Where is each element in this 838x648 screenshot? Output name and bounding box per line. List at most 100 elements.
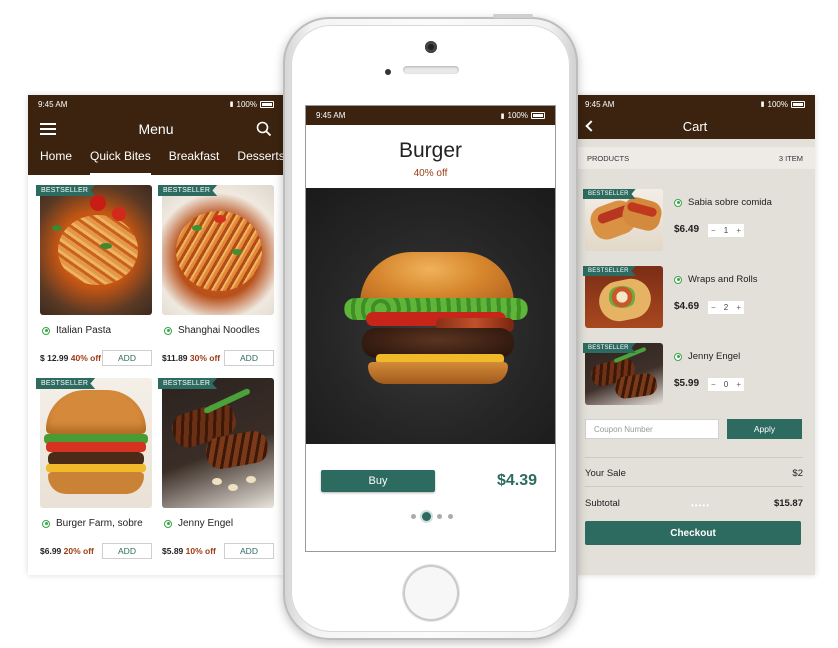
divider: [585, 486, 803, 487]
buy-button[interactable]: Buy: [321, 470, 435, 492]
checkout-button[interactable]: Checkout: [585, 521, 801, 545]
minus-button[interactable]: −: [711, 380, 716, 389]
cellular-icon: ▮: [500, 112, 505, 120]
carousel-dot[interactable]: [410, 514, 416, 519]
item-name: Shanghai Noodles: [178, 325, 260, 336]
minus-button[interactable]: −: [711, 303, 716, 312]
quantity-stepper[interactable]: − 1 +: [708, 224, 744, 237]
status-bar: ••••• 9:45 AM ▮ 100%: [575, 95, 815, 510]
burger-image: [40, 378, 152, 508]
battery-percent: 100%: [767, 99, 788, 109]
carousel-dot[interactable]: [421, 512, 431, 521]
item-price: $ 12.99: [40, 353, 69, 363]
power-button: [493, 14, 533, 18]
item-name: Jenny Engel: [688, 351, 741, 362]
coupon-input[interactable]: Coupon Number: [585, 419, 719, 439]
item-discount: 30% off: [189, 353, 221, 363]
tab-desserts[interactable]: Desserts: [237, 149, 284, 175]
subtotal-label: Subtotal: [585, 498, 620, 509]
item-name: Jenny Engel: [178, 518, 234, 529]
item-name: Wraps and Rolls: [688, 274, 758, 285]
category-tabs: Home Quick Bites Breakfast Desserts: [28, 145, 284, 175]
item-price: $6.99: [40, 546, 62, 556]
search-icon[interactable]: [256, 121, 272, 137]
product-discount: 40% off: [413, 168, 448, 179]
product-title: Burger: [398, 139, 463, 162]
add-button[interactable]: ADD: [224, 543, 274, 559]
item-discount: 20% off: [63, 546, 94, 556]
subtotal-row: Subtotal $15.87: [585, 498, 803, 509]
cart-item: BESTSELLER Sabia sobre comida $6.49 − 1 …: [583, 189, 805, 253]
bestseller-badge: BESTSELLER: [583, 266, 636, 276]
quantity-value: 1: [723, 226, 729, 235]
hamburger-icon[interactable]: [40, 123, 56, 135]
divider: [585, 457, 803, 458]
veg-icon: [164, 519, 172, 528]
item-discount: 40% off: [70, 353, 101, 363]
your-sale-label: Your Sale: [585, 468, 626, 479]
quantity-stepper[interactable]: − 2 +: [708, 301, 744, 314]
cellular-icon: ▮: [229, 101, 234, 108]
cart-header: ••••• 9:45 AM ▮ 100% Cart: [575, 95, 815, 510]
bestseller-badge: BESTSELLER: [583, 343, 636, 353]
camera-icon: [425, 41, 437, 53]
cellular-icon: ▮: [760, 101, 765, 108]
tab-quick-bites[interactable]: Quick Bites: [90, 149, 151, 175]
grilled-meat-image: [162, 378, 274, 508]
carousel-dot[interactable]: [436, 514, 442, 519]
page-title: Menu: [138, 121, 174, 137]
quantity-stepper[interactable]: − 0 +: [708, 378, 744, 391]
bestseller-badge: BESTSELLER: [36, 185, 96, 196]
bestseller-badge: BESTSELLER: [583, 189, 636, 199]
menu-card[interactable]: BESTSELLER Italian Pasta $ 12.99 40% off…: [36, 185, 160, 366]
veg-icon: [674, 198, 682, 207]
cart-item: BESTSELLER Wraps and Rolls $4.69 − 2 +: [583, 266, 805, 330]
item-discount: 10% off: [185, 546, 216, 556]
menu-card[interactable]: BESTSELLER Burger Farm, sobre $6.99 20% …: [36, 378, 160, 559]
speaker-grille: [403, 66, 459, 74]
page-title: Cart: [682, 118, 708, 134]
home-button[interactable]: [403, 565, 459, 621]
plus-button[interactable]: +: [736, 226, 741, 235]
bestseller-badge: BESTSELLER: [36, 378, 96, 389]
your-sale-value: $2: [792, 468, 803, 479]
veg-icon: [674, 352, 682, 361]
carousel-indicator[interactable]: [306, 512, 555, 521]
menu-card[interactable]: BESTSELLER Jenny Engel $5.89 10% off ADD: [158, 378, 282, 559]
carousel-dot[interactable]: [447, 514, 453, 519]
product-price: $4.39: [496, 472, 537, 489]
battery-icon: [531, 112, 545, 119]
tab-home[interactable]: Home: [40, 149, 72, 175]
battery-percent: 100%: [236, 99, 257, 109]
status-time: 9:45 AM: [38, 99, 68, 109]
battery-icon: [260, 100, 274, 108]
item-price: $4.69: [674, 301, 700, 312]
item-price: $5.99: [674, 378, 700, 389]
item-price: $5.89: [162, 546, 184, 556]
item-price: $6.49: [674, 224, 700, 235]
status-time: 9:45 AM: [585, 99, 615, 109]
noodles-image: [162, 185, 274, 315]
status-bar: ••••• 9:45 AM ▮ 100%: [28, 95, 284, 510]
subtotal-value: $15.87: [773, 498, 803, 509]
cart-screen: ••••• 9:45 AM ▮ 100% Cart PRODUCTS 3 ITE…: [575, 95, 815, 575]
add-button[interactable]: ADD: [102, 350, 152, 366]
veg-icon: [674, 275, 682, 284]
bestseller-badge: BESTSELLER: [158, 378, 218, 389]
plus-button[interactable]: +: [736, 380, 741, 389]
bestseller-badge: BESTSELLER: [158, 185, 218, 196]
quantity-value: 0: [723, 380, 729, 389]
plus-button[interactable]: +: [736, 303, 741, 312]
status-bar: ••••• 9:45 AM ▮ 100%: [306, 106, 555, 521]
menu-card[interactable]: BESTSELLER Shanghai Noodles $11.89 30% o…: [158, 185, 282, 366]
apply-button[interactable]: Apply: [727, 419, 802, 439]
quantity-value: 2: [723, 303, 729, 312]
tab-breakfast[interactable]: Breakfast: [169, 149, 220, 175]
minus-button[interactable]: −: [711, 226, 716, 235]
veg-icon: [164, 326, 172, 335]
add-button[interactable]: ADD: [224, 350, 274, 366]
add-button[interactable]: ADD: [102, 543, 152, 559]
phone-frame: ••••• 9:45 AM ▮ 100% Burger 40% off Buy …: [283, 14, 578, 640]
veg-icon: [42, 326, 50, 335]
products-label: PRODUCTS: [587, 153, 630, 163]
